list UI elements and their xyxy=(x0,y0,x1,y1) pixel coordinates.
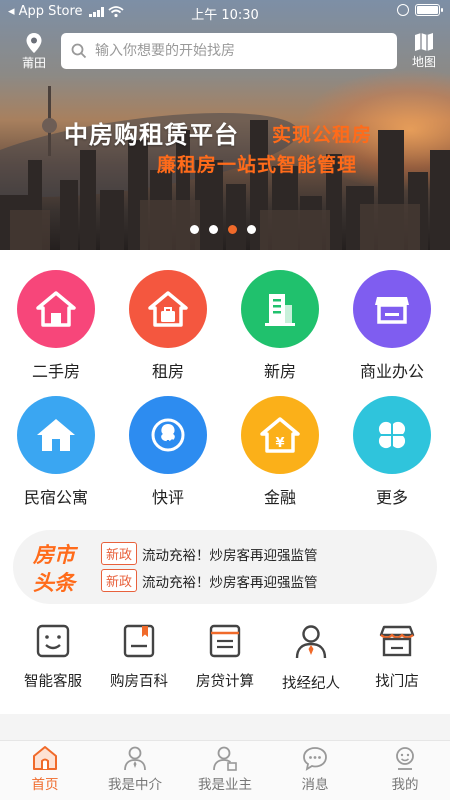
category-label: 更多 xyxy=(375,488,408,507)
tv-tower-ball xyxy=(42,118,57,133)
headline-text: 流动充裕！炒房客再迎强监管 xyxy=(142,574,318,591)
section-divider xyxy=(0,714,450,740)
house-bag-icon xyxy=(129,270,207,348)
message-tab-icon xyxy=(303,747,327,771)
category-label: 租房 xyxy=(151,362,184,381)
service-encyclopedia[interactable]: 购房百科 xyxy=(94,624,184,691)
map-label: 地图 xyxy=(411,55,436,69)
search-bar[interactable] xyxy=(61,33,397,69)
service-label: 购房百科 xyxy=(110,674,168,690)
carousel-dot-active[interactable] xyxy=(228,225,237,234)
book-icon xyxy=(123,624,155,658)
banner-slogan-accent: 实现公租房 xyxy=(272,124,373,146)
service-find-agent[interactable]: 找经纪人 xyxy=(266,624,356,693)
building-icon xyxy=(241,270,319,348)
carousel-dot[interactable] xyxy=(190,225,199,234)
service-find-store[interactable]: 找门店 xyxy=(352,624,442,691)
shop-icon xyxy=(379,625,415,657)
tab-label: 我的 xyxy=(391,777,419,793)
headline-item[interactable]: 新政 流动充裕！炒房客再迎强监管 xyxy=(101,542,318,565)
profile-tab-icon xyxy=(396,747,414,770)
tab-owner[interactable]: 我是业主 xyxy=(180,745,270,793)
category-label: 快评 xyxy=(151,488,184,507)
tab-messages[interactable]: 消息 xyxy=(270,745,360,793)
category-commercial[interactable]: 商业办公 xyxy=(336,270,448,382)
tab-home[interactable]: 首页 xyxy=(0,745,90,793)
location-button[interactable]: 莆田 xyxy=(14,32,54,71)
search-icon xyxy=(71,43,87,59)
house-icon xyxy=(17,270,95,348)
category-quick-review[interactable]: 快评 xyxy=(112,396,224,508)
promo-banner[interactable]: ◂ App Store 上午 10:30 莆田 输入你想要的开始找房 地图 中房… xyxy=(0,0,450,250)
carousel-dot[interactable] xyxy=(209,225,218,234)
headlines-logo-line1: 房市 xyxy=(33,543,75,567)
service-label: 房贷计算 xyxy=(196,674,254,690)
tab-label: 我是业主 xyxy=(198,777,252,793)
svg-text:¥: ¥ xyxy=(275,436,284,451)
headline-item[interactable]: 新政 流动充裕！炒房客再迎强监管 xyxy=(101,569,318,592)
category-new-home[interactable]: 新房 xyxy=(224,270,336,382)
tab-agent[interactable]: 我是中介 xyxy=(90,745,180,793)
service-smart-support[interactable]: 智能客服 xyxy=(8,624,98,691)
service-label: 找经纪人 xyxy=(282,676,340,692)
tab-label: 消息 xyxy=(301,777,329,793)
category-label: 民宿公寓 xyxy=(23,488,88,507)
agent-tab-icon xyxy=(124,746,146,771)
carousel-dot[interactable] xyxy=(247,225,256,234)
rotation-lock-icon xyxy=(397,4,409,16)
home-icon xyxy=(17,396,95,474)
map-button[interactable]: 地图 xyxy=(404,31,444,70)
headline-tag: 新政 xyxy=(101,569,138,592)
banner-slogan-sub: 廉租房一站式智能管理 xyxy=(157,154,358,176)
category-label: 新房 xyxy=(263,362,296,381)
banner-slogan-main: 中房购租赁平台 xyxy=(64,121,239,149)
category-more[interactable]: 更多 xyxy=(336,396,448,508)
service-loan-calculator[interactable]: 房贷计算 xyxy=(180,624,270,691)
tab-profile[interactable]: 我的 xyxy=(360,745,450,793)
category-second-hand[interactable]: 二手房 xyxy=(0,270,112,382)
location-label: 莆田 xyxy=(21,56,46,70)
headline-text: 流动充裕！炒房客再迎强监管 xyxy=(142,547,318,564)
service-label: 智能客服 xyxy=(24,674,82,690)
tab-label: 首页 xyxy=(31,777,59,793)
category-label: 二手房 xyxy=(31,362,80,381)
store-icon xyxy=(353,270,431,348)
carousel-indicator xyxy=(190,225,256,234)
battery-icon xyxy=(415,4,443,16)
agent-icon xyxy=(295,625,327,659)
clover-icon xyxy=(353,396,431,474)
location-pin-icon xyxy=(26,33,42,53)
category-label: 金融 xyxy=(263,488,296,507)
money-house-icon: ¥ xyxy=(241,396,319,474)
category-label: 商业办公 xyxy=(359,362,424,381)
category-rent[interactable]: 租房 xyxy=(112,270,224,382)
calculator-icon xyxy=(209,624,241,658)
map-icon xyxy=(415,33,433,51)
service-label: 找门店 xyxy=(375,674,419,690)
status-bar: ◂ App Store 上午 10:30 xyxy=(0,0,450,24)
home-tab-icon xyxy=(33,746,57,770)
smile-icon xyxy=(36,624,70,658)
tab-label: 我是中介 xyxy=(108,777,162,793)
status-time: 上午 10:30 xyxy=(191,8,259,23)
headlines-logo-line2: 头条 xyxy=(33,571,75,595)
owner-tab-icon xyxy=(213,746,237,771)
headline-tag: 新政 xyxy=(101,542,138,565)
category-finance[interactable]: ¥ 金融 xyxy=(224,396,336,508)
tree-icon xyxy=(129,396,207,474)
category-homestay[interactable]: 民宿公寓 xyxy=(0,396,112,508)
housing-headlines[interactable]: 房市 头条 新政 流动充裕！炒房客再迎强监管 新政 流动充裕！炒房客再迎强监管 xyxy=(13,530,437,604)
bottom-tab-bar: 首页 我是中介 我是业主 消息 我的 xyxy=(0,740,450,800)
search-input[interactable] xyxy=(95,43,375,59)
